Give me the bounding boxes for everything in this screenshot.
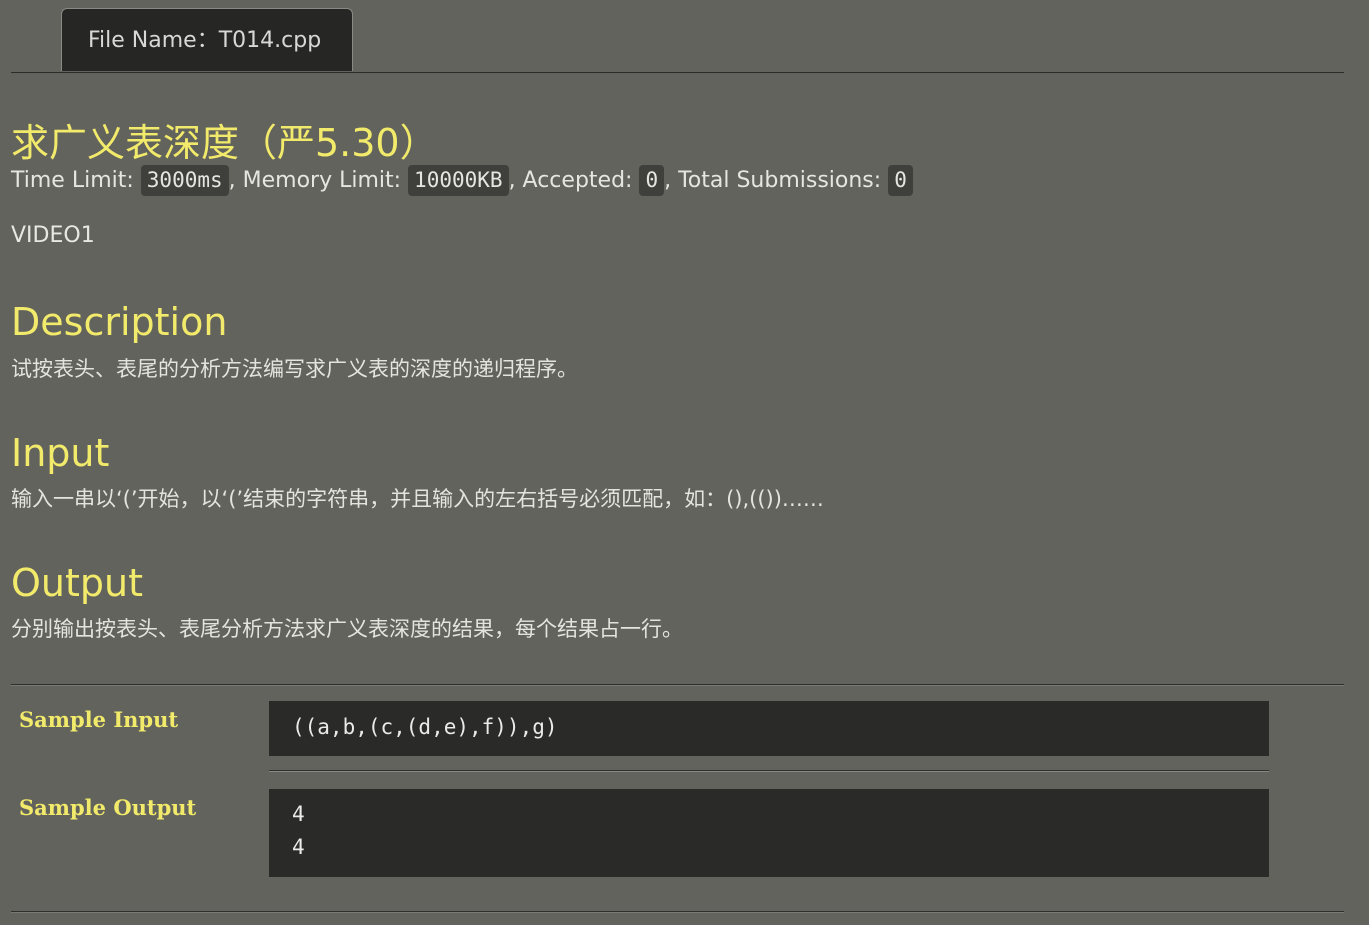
- sample-output-line: 4: [292, 802, 305, 826]
- description-heading: Description: [11, 300, 228, 344]
- sample-divider: [269, 770, 1269, 772]
- accepted-value: 0: [639, 165, 665, 196]
- sample-output-line: 4: [292, 835, 305, 859]
- sample-output-label: Sample Output: [19, 795, 197, 820]
- divider-bottom: [11, 911, 1344, 913]
- sample-input-box[interactable]: ((a,b,(c,(d,e),f)),g): [269, 701, 1269, 756]
- video-link[interactable]: VIDEO1: [11, 223, 95, 248]
- file-tab[interactable]: File Name：T014.cpp: [61, 8, 353, 71]
- problem-title: 求广义表深度（严5.30）: [11, 121, 438, 165]
- input-text: 输入一串以‘(’开始，以‘(’结束的字符串，并且输入的左右括号必须匹配，如：()…: [11, 487, 824, 511]
- sample-input-line: ((a,b,(c,(d,e),f)),g): [292, 715, 558, 739]
- accepted-label: , Accepted:: [508, 168, 640, 193]
- problem-limits: Time Limit: 3000ms, Memory Limit: 10000K…: [11, 165, 913, 196]
- file-tab-bar: File Name：T014.cpp: [11, 0, 1344, 73]
- submissions-value: 0: [888, 165, 913, 196]
- sample-input-label: Sample Input: [19, 707, 179, 732]
- submissions-label: , Total Submissions:: [664, 168, 889, 193]
- output-heading: Output: [11, 561, 143, 605]
- problem-page: File Name：T014.cpp 求广义表深度（严5.30） Time Li…: [0, 0, 1369, 925]
- output-text: 分别输出按表头、表尾分析方法求广义表深度的结果，每个结果占一行。: [11, 617, 683, 641]
- time-limit-label: Time Limit:: [11, 168, 141, 193]
- time-limit-value: 3000ms: [140, 165, 229, 196]
- input-heading: Input: [11, 431, 110, 475]
- sample-output-box[interactable]: 4 4: [269, 789, 1269, 877]
- divider-top: [11, 684, 1344, 686]
- memory-limit-label: , Memory Limit:: [228, 168, 409, 193]
- description-text: 试按表头、表尾的分析方法编写求广义表的深度的递归程序。: [11, 357, 578, 381]
- memory-limit-value: 10000KB: [408, 165, 509, 196]
